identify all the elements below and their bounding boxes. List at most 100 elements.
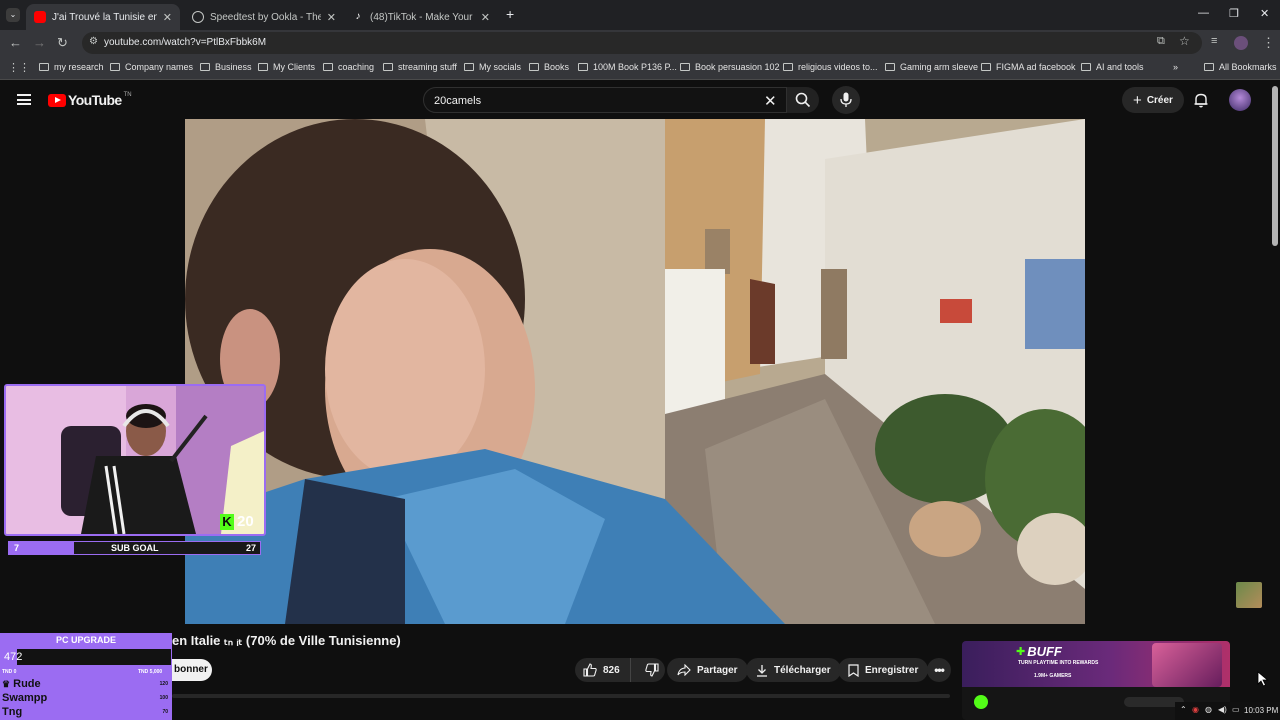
youtube-play-icon (48, 93, 66, 107)
like-dislike-group: 826 (575, 658, 665, 682)
voice-search-button[interactable] (832, 86, 860, 114)
volume-icon[interactable]: ◀) (1218, 705, 1227, 714)
ad-user-count: 1.9M+ GAMERS (1034, 673, 1072, 679)
back-icon[interactable]: ← (9, 35, 22, 50)
address-bar[interactable]: ⚙ youtube.com/watch?v=PtlBxFbbk6M ⧉ ☆ (82, 32, 1202, 54)
bookmark-company-names[interactable]: Company names (110, 62, 193, 72)
close-tab-icon[interactable]: ✕ (327, 11, 336, 24)
bookmark-label: my research (54, 62, 104, 72)
microphone-icon (840, 92, 852, 107)
more-bookmarks-icon[interactable]: » (1173, 62, 1178, 72)
streamer-webcam (6, 386, 264, 534)
ad-tagline: TURN PLAYTIME INTO REWARDS (1018, 660, 1099, 666)
browser-tab-strip: ⌄ J'ai Trouvé la Tunisie en Italie ₜₙ ✕ … (0, 0, 1280, 30)
minimize-icon[interactable]: — (1198, 7, 1209, 19)
folder-icon (680, 63, 690, 71)
search-input[interactable]: 20camels (434, 95, 481, 107)
plus-icon: + (1133, 91, 1142, 109)
account-avatar[interactable] (1229, 89, 1251, 111)
battery-icon[interactable]: ▭ (1232, 705, 1240, 714)
notifications-bell-icon[interactable] (1193, 92, 1209, 108)
all-bookmarks[interactable]: All Bookmarks (1204, 62, 1277, 72)
tray-app-icon[interactable]: ◉ (1192, 705, 1199, 714)
folder-icon (529, 63, 539, 71)
bookmark-label: Book persuasion 102 (695, 62, 780, 72)
dislike-button[interactable] (637, 658, 659, 682)
video-player[interactable] (185, 119, 1085, 624)
bookmark-100m-book[interactable]: 100M Book P136 P... (578, 62, 677, 72)
bookmark-ai-tools[interactable]: AI and tools (1081, 62, 1144, 72)
reload-icon[interactable]: ↻ (57, 35, 68, 51)
leaderboard-value: 100 (159, 695, 168, 701)
download-label: Télécharger (774, 664, 831, 676)
forward-icon[interactable]: → (33, 35, 46, 50)
tab-speedtest[interactable]: Speedtest by Ookla - The Glob ✕ (184, 4, 344, 30)
search-box[interactable]: 20camels ✕ (423, 87, 787, 113)
profile-avatar[interactable] (1234, 36, 1248, 50)
bookmark-streaming-stuff[interactable]: streaming stuff (383, 62, 457, 72)
pc-upgrade-value: 472 (4, 651, 23, 663)
create-button[interactable]: + Créer (1122, 87, 1184, 113)
restore-icon[interactable]: ❐ (1229, 7, 1239, 20)
bookmark-book-persuasion[interactable]: Book persuasion 102 (680, 62, 780, 72)
more-actions-button[interactable]: ••• (927, 658, 951, 682)
trophy-icon: ♛ (2, 679, 11, 689)
bookmarks-bar: ⋮⋮ my research Company names Business My… (0, 56, 1280, 80)
bookmark-my-socials[interactable]: My socials (464, 62, 521, 72)
like-button[interactable]: 826 (575, 658, 631, 682)
close-tab-icon[interactable]: ✕ (481, 11, 490, 24)
bookmark-figma-ad[interactable]: FIGMA ad facebook (981, 62, 1076, 72)
folder-icon (981, 63, 991, 71)
bookmark-label: streaming stuff (398, 62, 457, 72)
tab-title: Speedtest by Ookla - The Glob (210, 11, 321, 23)
page-scrollbar[interactable] (1272, 86, 1278, 246)
bookmark-label: All Bookmarks (1219, 62, 1277, 72)
close-tab-icon[interactable]: ✕ (163, 11, 172, 24)
kick-sub-counter: K 20 (220, 513, 254, 530)
clock-time[interactable]: 10:03 PM (1244, 706, 1278, 715)
tab-search-button[interactable]: ⌄ (6, 8, 20, 22)
bookmark-business[interactable]: Business (200, 62, 252, 72)
apps-grid-icon[interactable]: ⋮⋮ (8, 61, 30, 74)
subscribe-label: bonner (174, 664, 208, 675)
tab-youtube[interactable]: J'ai Trouvé la Tunisie en Italie ₜₙ ✕ (26, 4, 180, 30)
bookmark-coaching[interactable]: coaching (323, 62, 374, 72)
youtube-logo[interactable]: YouTube TN (48, 92, 132, 108)
folder-icon (200, 63, 210, 71)
pc-upgrade-bar: 472 (1, 649, 171, 665)
ad-brand: BUFF (1027, 644, 1062, 659)
close-window-icon[interactable]: ✕ (1260, 7, 1269, 20)
folder-icon (1204, 63, 1214, 71)
bookmark-star-icon[interactable]: ☆ (1179, 34, 1190, 48)
search-button[interactable] (787, 87, 819, 113)
new-tab-icon[interactable]: + (506, 6, 514, 22)
bookmark-books[interactable]: Books (529, 62, 569, 72)
miniplayer-thumbnail[interactable] (1236, 582, 1262, 608)
bookmark-my-research[interactable]: my research (39, 62, 104, 72)
leaderboard-name: Swampp (2, 692, 48, 704)
folder-icon (39, 63, 49, 71)
tray-overflow-icon[interactable]: ⌃ (1180, 705, 1187, 714)
bookmark-label: Business (215, 62, 252, 72)
bookmark-my-clients[interactable]: My Clients (258, 62, 315, 72)
bookmark-label: Gaming arm sleeve (900, 62, 979, 72)
folder-icon (578, 63, 588, 71)
install-app-icon[interactable]: ⧉ (1157, 35, 1165, 48)
network-icon[interactable]: ◍ (1205, 705, 1212, 714)
folder-icon (110, 63, 120, 71)
media-control-icon[interactable]: ≡ (1211, 35, 1217, 47)
download-button[interactable]: Télécharger (746, 658, 841, 682)
save-button[interactable]: Enregistrer (838, 658, 929, 682)
bookmark-gaming-arm-sleeve[interactable]: Gaming arm sleeve (885, 62, 978, 72)
share-button[interactable]: Partager (667, 658, 748, 682)
tab-tiktok[interactable]: ♪ (48)TikTok - Make Your Day ✕ (344, 4, 498, 30)
thumbs-down-icon (645, 663, 659, 677)
bookmark-religious-videos[interactable]: religious videos to... (783, 62, 878, 72)
bookmark-label: 100M Book P136 P... (593, 62, 677, 72)
chrome-menu-icon[interactable]: ⋮ (1262, 35, 1275, 51)
site-info-icon[interactable]: ⚙ (89, 36, 98, 47)
leaderboard-row: Swampp 100 (2, 692, 170, 704)
tab-title: (48)TikTok - Make Your Day (370, 11, 475, 23)
clear-search-icon[interactable]: ✕ (764, 92, 777, 110)
hamburger-menu-icon[interactable] (17, 94, 31, 105)
